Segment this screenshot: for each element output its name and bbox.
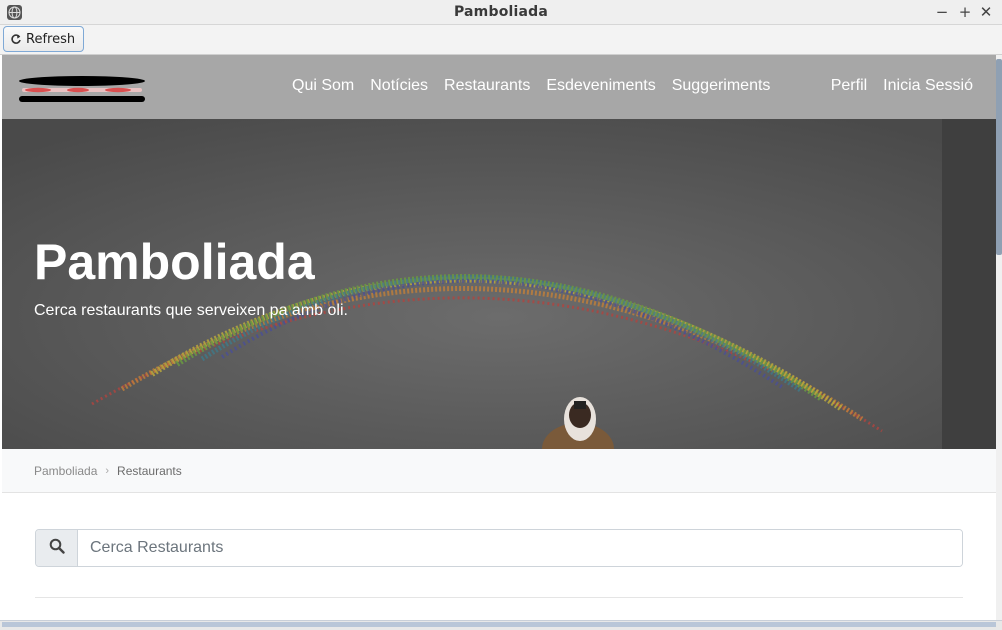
logo[interactable]: [18, 75, 146, 105]
window-titlebar: Pamboliada − + ✕: [0, 0, 1002, 25]
breadcrumb-home[interactable]: Pamboliada: [34, 464, 97, 478]
hero-banner: Pamboliada Cerca restaurants que serveix…: [2, 119, 996, 449]
page-viewport: Qui Som Notícies Restaurants Esdevenimen…: [2, 55, 996, 620]
nav-link-suggeriments[interactable]: Suggeriments: [672, 77, 771, 95]
breadcrumb-separator: ›: [105, 464, 110, 477]
refresh-label: Refresh: [26, 31, 76, 47]
search-icon: [49, 538, 65, 559]
refresh-button[interactable]: Refresh: [3, 26, 84, 52]
search-group: [35, 529, 963, 567]
hero-title: Pamboliada: [34, 234, 315, 290]
site-navbar: Qui Som Notícies Restaurants Esdevenimen…: [2, 55, 996, 119]
content-divider: [35, 597, 963, 598]
nav-link-noticies[interactable]: Notícies: [370, 77, 428, 95]
nav-link-esdeveniments[interactable]: Esdeveniments: [546, 77, 655, 95]
breadcrumb-current: Restaurants: [117, 463, 182, 478]
horizontal-scrollbar[interactable]: [0, 620, 1002, 630]
hero-edge-shade: [942, 119, 996, 449]
nav-link-perfil[interactable]: Perfil: [831, 77, 867, 95]
hero-subtitle: Cerca restaurants que serveixen pa amb o…: [34, 302, 348, 319]
nav-link-qui-som[interactable]: Qui Som: [292, 77, 354, 95]
close-button[interactable]: ✕: [977, 2, 995, 22]
search-addon: [36, 530, 78, 566]
scrollbar-thumb[interactable]: [996, 59, 1002, 255]
window-title: Pamboliada: [453, 4, 549, 20]
refresh-icon: [10, 33, 22, 45]
nav-link-restaurants[interactable]: Restaurants: [444, 77, 530, 95]
vertical-scrollbar[interactable]: [996, 55, 1002, 620]
maximize-button[interactable]: +: [956, 2, 974, 22]
search-input[interactable]: [78, 530, 962, 566]
minimize-button[interactable]: −: [933, 2, 951, 22]
horizontal-scrollbar-thumb[interactable]: [2, 622, 996, 627]
user-nav: Perfil Inicia Sessió: [831, 77, 973, 95]
main-nav: Qui Som Notícies Restaurants Esdevenimen…: [292, 77, 770, 95]
nav-link-login[interactable]: Inicia Sessió: [883, 77, 973, 95]
breadcrumb: Pamboliada › Restaurants: [2, 449, 996, 493]
app-toolbar: Refresh: [0, 25, 1002, 55]
